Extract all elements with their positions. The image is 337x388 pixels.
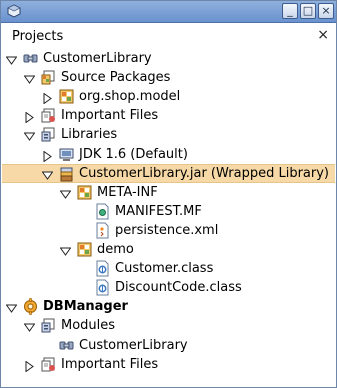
expand-toggle-icon[interactable] (41, 169, 54, 180)
important-files-icon (40, 356, 57, 373)
tree-node-label: Source Packages (61, 70, 171, 86)
tree-node[interactable]: META-INF (2, 183, 335, 202)
app-logo-icon (7, 4, 21, 18)
minimize-button[interactable]: _ (282, 3, 298, 19)
package-icon (58, 88, 75, 105)
collapse-toggle-icon[interactable] (24, 110, 35, 124)
expand-toggle-icon[interactable] (5, 53, 18, 65)
collapse-toggle-icon[interactable] (24, 359, 35, 373)
tree-node[interactable]: DiscountCode.class (2, 278, 335, 297)
project-icon (22, 50, 39, 67)
tree-node-label: CustomerLibrary.jar (Wrapped Library) (79, 165, 330, 181)
tree-node-label: persistence.xml (115, 222, 219, 238)
libraries-icon (40, 126, 57, 143)
tree-node[interactable]: MANIFEST.MF (2, 202, 335, 221)
tree-node[interactable]: Important Files (2, 106, 335, 125)
tree-node[interactable]: org.shop.model (2, 87, 335, 106)
class-file-icon (94, 260, 111, 277)
collapse-toggle-icon[interactable] (42, 91, 53, 105)
panel-close-button[interactable]: × (317, 27, 329, 43)
collapse-toggle-icon[interactable] (42, 149, 53, 162)
important-files-icon (40, 107, 57, 124)
tree-node[interactable]: DBManager (2, 297, 335, 316)
tree-node[interactable]: Modules (2, 316, 335, 335)
tree-node-label: Important Files (61, 108, 159, 124)
projects-window: _ □ × Projects × CustomerLibrary Source P… (0, 0, 337, 388)
tree-node-label: DiscountCode.class (115, 280, 242, 296)
tree-node-label: META-INF (97, 184, 158, 200)
panel-header: Projects × (2, 23, 335, 49)
maximize-button[interactable]: □ (300, 3, 316, 19)
app-project-icon (22, 298, 39, 316)
tree-node[interactable]: Source Packages (2, 68, 335, 87)
tree-node[interactable]: Customer.class (2, 259, 335, 278)
expand-toggle-icon[interactable] (23, 320, 36, 333)
jdk-icon (58, 146, 75, 163)
tree-node[interactable]: demo (2, 240, 335, 259)
tree-node-label: org.shop.model (79, 89, 181, 105)
tree-node-label: demo (97, 242, 134, 257)
tree-node-label: Libraries (61, 127, 118, 143)
expand-toggle-icon[interactable] (23, 72, 36, 84)
tree-node-label: CustomerLibrary (43, 51, 152, 66)
tree-node-label: Important Files (61, 356, 159, 372)
tree-node[interactable]: persistence.xml (2, 221, 335, 240)
tree-node-label: DBManager (43, 299, 128, 315)
jar-icon (58, 166, 75, 183)
tree-node-label: MANIFEST.MF (115, 203, 202, 219)
tree-node-label: JDK 1.6 (Default) (79, 146, 188, 162)
tree-node[interactable]: Libraries (2, 125, 335, 144)
package-icon (76, 184, 93, 201)
tree-node-label: Modules (61, 318, 116, 334)
tree-node-label: Customer.class (115, 261, 214, 277)
expand-toggle-icon[interactable] (59, 187, 72, 199)
xml-file-icon (94, 222, 111, 239)
expand-toggle-icon[interactable] (23, 129, 36, 142)
modules-icon (40, 317, 57, 334)
tree-node[interactable]: CustomerLibrary (2, 49, 335, 68)
window-close-button[interactable]: × (318, 3, 334, 19)
panel-title: Projects (12, 29, 64, 44)
source-packages-icon (40, 69, 57, 86)
tree-node[interactable]: CustomerLibrary (2, 336, 335, 355)
expand-toggle-icon[interactable] (59, 244, 72, 256)
expand-toggle-icon[interactable] (5, 301, 18, 314)
project-icon (58, 337, 75, 354)
tree-node-label: CustomerLibrary (79, 337, 188, 353)
title-bar[interactable]: _ □ × (1, 1, 336, 23)
tree-node[interactable]: Important Files (2, 355, 335, 374)
manifest-file-icon (94, 203, 111, 220)
project-tree[interactable]: CustomerLibrary Source Packages org.shop.m… (2, 49, 335, 387)
package-icon (76, 241, 93, 258)
class-file-icon (94, 279, 111, 296)
tree-node[interactable]: JDK 1.6 (Default) (2, 145, 335, 164)
tree-node[interactable]: CustomerLibrary.jar (Wrapped Library) (2, 163, 335, 183)
